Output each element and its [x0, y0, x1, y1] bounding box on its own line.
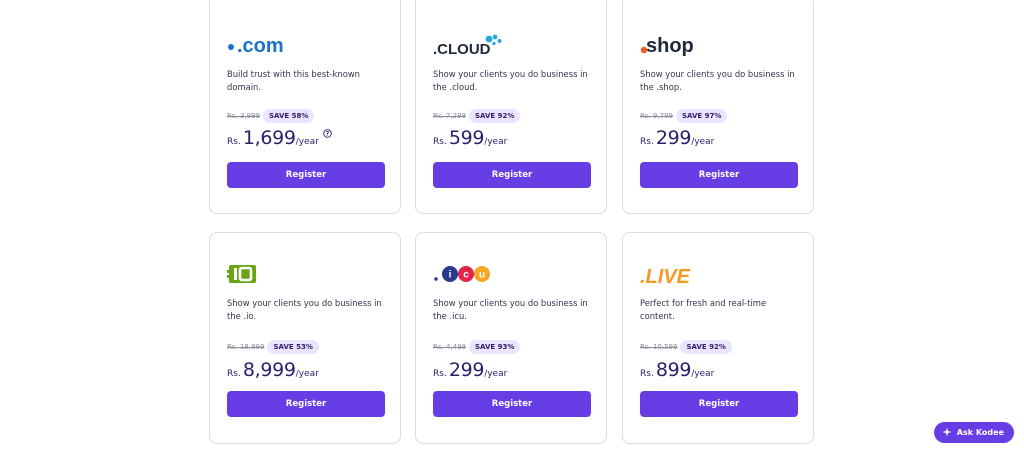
- save-badge: SAVE 92%: [680, 340, 732, 354]
- shop-logo: shop: [640, 30, 712, 60]
- price-period: /year: [484, 137, 508, 147]
- price-period: /year: [691, 137, 715, 147]
- old-price: Rs. 3,999: [227, 112, 261, 120]
- card-description: Show your clients you do business in the…: [640, 69, 795, 92]
- register-button[interactable]: Register: [227, 162, 385, 188]
- price-amount: 8,999: [242, 359, 296, 381]
- register-button[interactable]: Register: [640, 391, 798, 417]
- card-description: Perfect for fresh and real-time content.: [640, 298, 767, 321]
- domain-card-live: .LIVE Perfect for fresh and real-time co…: [622, 232, 814, 444]
- ask-kodee-label: Ask Kodee: [956, 428, 1004, 437]
- svg-text:u: u: [479, 270, 485, 281]
- card-description: Show your clients you do business in the…: [433, 69, 588, 92]
- old-price: Rs. 4,499: [433, 343, 467, 351]
- svg-text:c: c: [463, 270, 469, 281]
- card-description: Show your clients you do business in the…: [227, 298, 382, 321]
- live-logo-text: .LIVE: [640, 266, 691, 286]
- domain-card-io: Show your clients you do business in the…: [209, 232, 401, 444]
- domain-card-com: .com Build trust with this best-known do…: [209, 0, 401, 214]
- io-logo: [227, 259, 259, 289]
- old-price: Rs. 9,799: [640, 112, 674, 120]
- card-description: Build trust with this best-known domain.: [227, 69, 360, 92]
- sparkle-icon: [942, 427, 952, 439]
- ask-kodee-button[interactable]: Ask Kodee: [933, 422, 1014, 443]
- domain-card-shop: shop Show your clients you do business i…: [622, 0, 814, 214]
- price-period: /year: [484, 369, 508, 379]
- live-logo: .LIVE: [640, 259, 704, 289]
- icu-logo: i c u: [433, 259, 497, 289]
- price: Rs. 299 /year: [640, 127, 714, 149]
- currency: Rs.: [640, 369, 654, 379]
- currency: Rs.: [433, 137, 447, 147]
- domain-card-icu: i c u Show your clients you do business …: [415, 232, 607, 444]
- currency: Rs.: [227, 137, 241, 147]
- register-button[interactable]: Register: [640, 162, 798, 188]
- price-amount: 899: [655, 359, 692, 381]
- price: Rs. 1,699 /year ?: [227, 127, 332, 149]
- cloud-logo-text: .CLOUD: [433, 41, 491, 58]
- old-price: Rs. 7,299: [433, 112, 467, 120]
- svg-text:i: i: [449, 270, 452, 281]
- price: Rs. 8,999 /year: [227, 359, 319, 381]
- price-amount: 299: [448, 359, 485, 381]
- save-badge: SAVE 97%: [676, 109, 728, 123]
- price-period: /year: [295, 369, 319, 379]
- currency: Rs.: [227, 369, 241, 379]
- save-badge: SAVE 58%: [263, 109, 315, 123]
- cloud-logo: .CLOUD: [433, 30, 505, 60]
- currency: Rs.: [640, 137, 654, 147]
- price: Rs. 899 /year: [640, 359, 714, 381]
- register-button[interactable]: Register: [433, 162, 591, 188]
- currency: Rs.: [433, 369, 447, 379]
- price: Rs. 299 /year: [433, 359, 507, 381]
- register-button[interactable]: Register: [227, 391, 385, 417]
- save-badge: SAVE 92%: [469, 109, 521, 123]
- old-price: Rs. 18,999: [227, 343, 265, 351]
- price-amount: 599: [448, 127, 485, 149]
- save-badge: SAVE 53%: [267, 340, 319, 354]
- price-period: /year: [691, 369, 715, 379]
- question-circle-icon[interactable]: ?: [323, 129, 332, 140]
- old-price: Rs. 10,599: [640, 343, 678, 351]
- card-description: Show your clients you do business in the…: [433, 298, 588, 321]
- shop-logo-text: shop: [646, 35, 694, 57]
- price: Rs. 599 /year: [433, 127, 507, 149]
- register-button[interactable]: Register: [433, 391, 591, 417]
- save-badge: SAVE 93%: [469, 340, 521, 354]
- price-amount: 1,699: [242, 127, 296, 149]
- price-amount: 299: [655, 127, 692, 149]
- domain-card-cloud: .CLOUD Show your clients you do business…: [415, 0, 607, 214]
- com-logo-text: .com: [237, 35, 284, 56]
- price-period: /year: [295, 137, 319, 147]
- com-logo: .com: [227, 30, 297, 60]
